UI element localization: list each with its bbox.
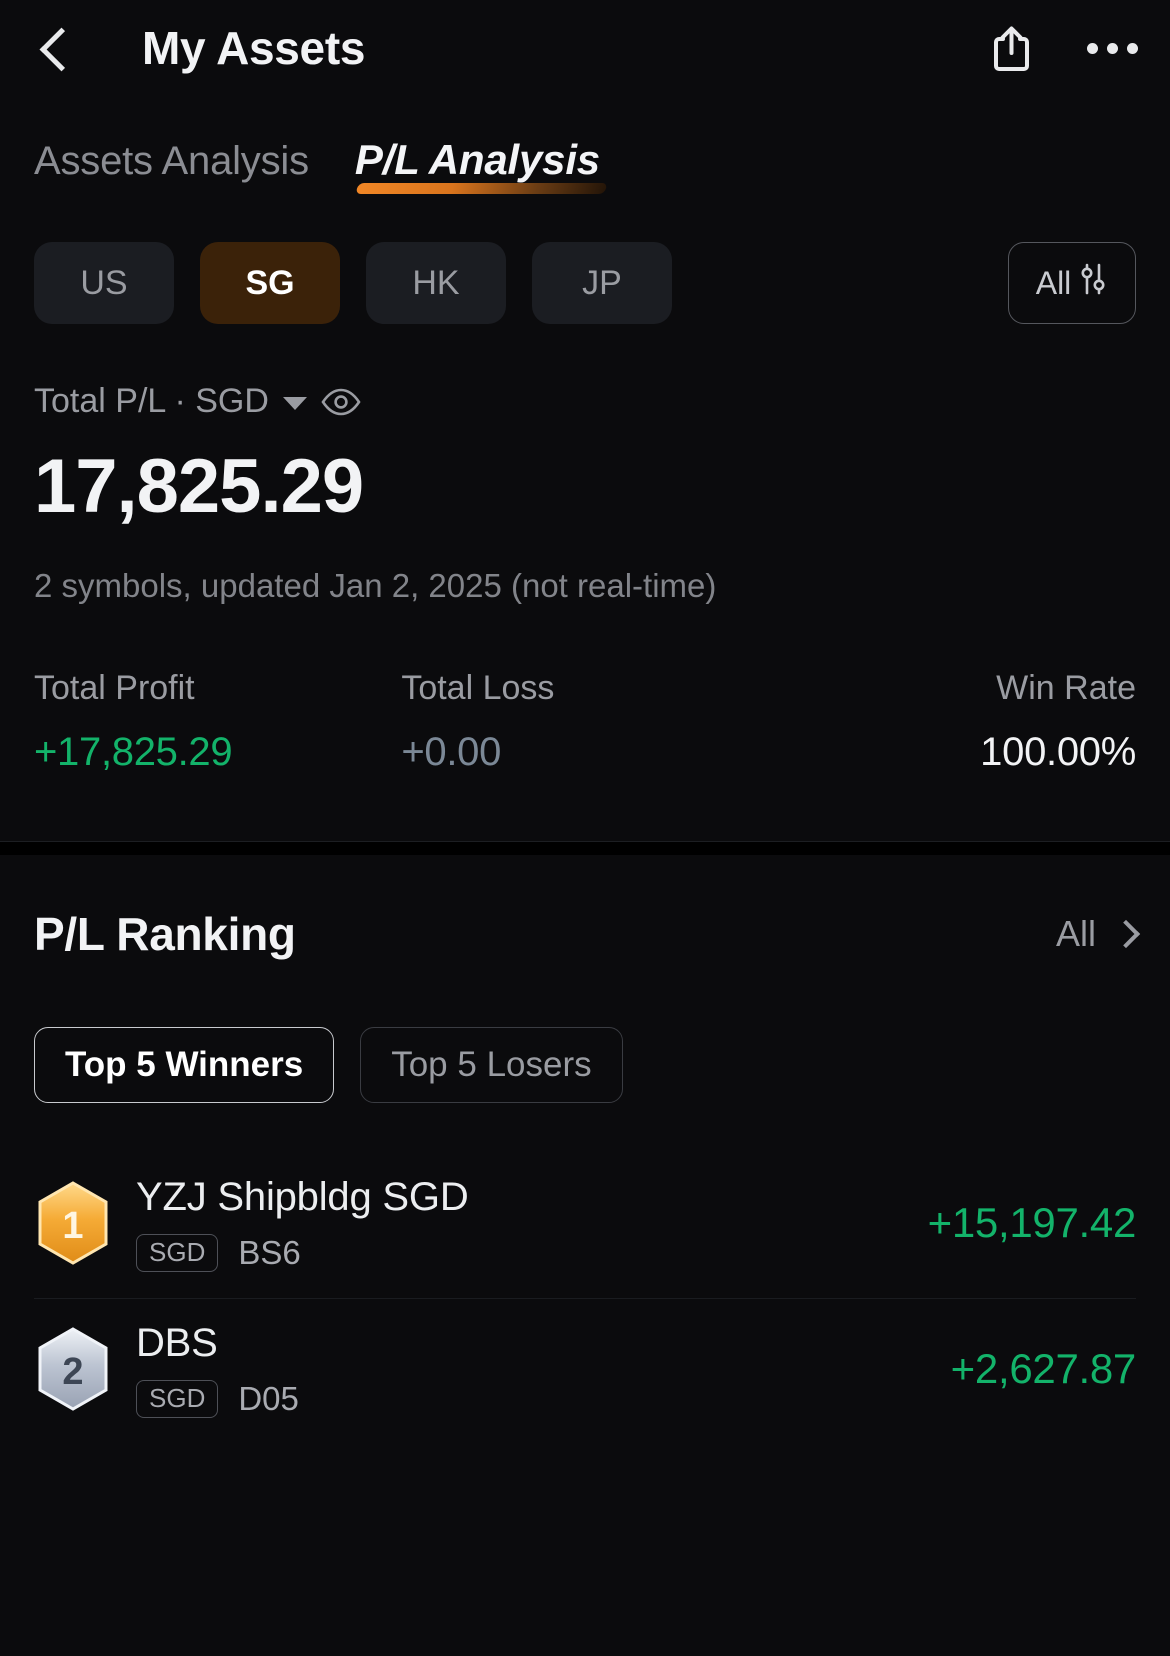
gold-hex-medal-icon: 1	[34, 1180, 112, 1266]
pl-summary: Total P/L · SGD 17,825.29 2 symbols, upd…	[0, 324, 1170, 775]
eye-icon[interactable]	[321, 388, 361, 416]
market-chip-sg-label: SG	[245, 263, 295, 302]
tab-assets-analysis-label: Assets Analysis	[34, 139, 309, 183]
svg-text:1: 1	[62, 1205, 83, 1247]
stat-total-profit: Total Profit +17,825.29	[34, 669, 401, 775]
market-chip-hk-label: HK	[412, 263, 460, 302]
pl-stats-row: Total Profit +17,825.29 Total Loss +0.00…	[34, 669, 1136, 775]
pl-subtitle: 2 symbols, updated Jan 2, 2025 (not real…	[34, 566, 717, 604]
caret-down-icon[interactable]	[282, 397, 307, 410]
stat-total-loss: Total Loss +0.00	[401, 669, 768, 775]
my-assets-screen: My Assets Assets Analysis P/L Analysis U…	[0, 0, 1170, 1656]
rank-info: DBS SGD D05	[136, 1321, 951, 1418]
stat-total-profit-label: Total Profit	[34, 668, 195, 707]
tab-pl-analysis[interactable]: P/L Analysis	[354, 136, 608, 198]
svg-text:2: 2	[62, 1351, 83, 1393]
ranking-toggle-group: Top 5 Winners Top 5 Losers	[34, 1026, 1136, 1103]
market-filter-row: US SG HK JP All	[0, 198, 1170, 324]
page-title: My Assets	[142, 22, 366, 74]
total-pl-value: 17,825.29	[34, 444, 364, 529]
tab-active-underline	[355, 183, 608, 194]
market-chip-us[interactable]: US	[34, 242, 174, 324]
stat-win-rate-label: Win Rate	[996, 668, 1136, 707]
symbol-name: DBS	[136, 1320, 218, 1365]
stat-total-loss-label: Total Loss	[401, 668, 555, 707]
pl-label: Total P/L · SGD	[34, 382, 269, 420]
share-icon[interactable]	[991, 24, 1037, 72]
all-filter-button[interactable]: All	[1008, 242, 1136, 324]
back-button[interactable]	[36, 24, 80, 72]
stat-total-loss-value: +0.00	[401, 729, 502, 774]
rank-info: YZJ Shipbldg SGD SGD BS6	[136, 1175, 928, 1272]
market-chip-jp[interactable]: JP	[532, 242, 672, 324]
chevron-right-icon	[1111, 919, 1141, 948]
tab-pl-analysis-label: P/L Analysis	[354, 136, 600, 183]
pl-ranking-section: P/L Ranking All Top 5 Winners Top 5 Lose…	[0, 855, 1170, 1444]
symbol-pl-value: +15,197.42	[927, 1199, 1137, 1247]
toggle-top-5-losers[interactable]: Top 5 Losers	[360, 1026, 623, 1103]
section-divider	[0, 840, 1170, 855]
symbol-name: YZJ Shipbldg SGD	[136, 1174, 469, 1219]
symbol-meta: SGD BS6	[136, 1233, 928, 1272]
market-badge: SGD	[136, 1233, 219, 1272]
silver-hex-medal-icon: 2	[34, 1326, 112, 1412]
pl-ranking-header: P/L Ranking All	[34, 855, 1141, 961]
market-badge: SGD	[136, 1379, 219, 1418]
pl-label-row: Total P/L · SGD	[34, 382, 1136, 421]
market-chip-us-label: US	[80, 263, 128, 302]
header-actions	[991, 0, 1142, 96]
market-chip-hk[interactable]: HK	[366, 242, 506, 324]
more-horizontal-icon[interactable]	[1083, 33, 1142, 64]
market-chip-sg[interactable]: SG	[200, 242, 340, 324]
stat-win-rate: Win Rate 100.00%	[769, 669, 1136, 775]
app-header: My Assets	[0, 0, 1170, 96]
toggle-top-5-losers-label: Top 5 Losers	[391, 1044, 592, 1084]
stat-total-profit-value: +17,825.29	[34, 729, 233, 774]
all-filter-label: All	[1035, 264, 1072, 301]
pl-ranking-all-label: All	[1055, 912, 1096, 954]
ranking-list: 1 YZJ Shipbldg SGD SGD BS6 +15,197.42 2 …	[34, 1153, 1136, 1444]
analysis-tabs: Assets Analysis P/L Analysis	[0, 96, 1170, 198]
toggle-top-5-winners[interactable]: Top 5 Winners	[34, 1026, 335, 1103]
symbol-pl-value: +2,627.87	[950, 1345, 1137, 1393]
table-row[interactable]: 1 YZJ Shipbldg SGD SGD BS6 +15,197.42	[34, 1153, 1136, 1298]
symbol-ticker: BS6	[238, 1233, 301, 1271]
symbol-meta: SGD D05	[136, 1379, 951, 1418]
toggle-top-5-winners-label: Top 5 Winners	[65, 1044, 304, 1084]
tab-assets-analysis[interactable]: Assets Analysis	[34, 139, 309, 198]
pl-ranking-all-button[interactable]: All	[1055, 912, 1141, 955]
sliders-icon	[1078, 262, 1108, 304]
stat-win-rate-value: 100.00%	[980, 729, 1136, 774]
market-chip-jp-label: JP	[582, 263, 622, 302]
symbol-ticker: D05	[238, 1379, 299, 1417]
pl-ranking-title: P/L Ranking	[34, 907, 296, 960]
table-row[interactable]: 2 DBS SGD D05 +2,627.87	[34, 1297, 1137, 1444]
